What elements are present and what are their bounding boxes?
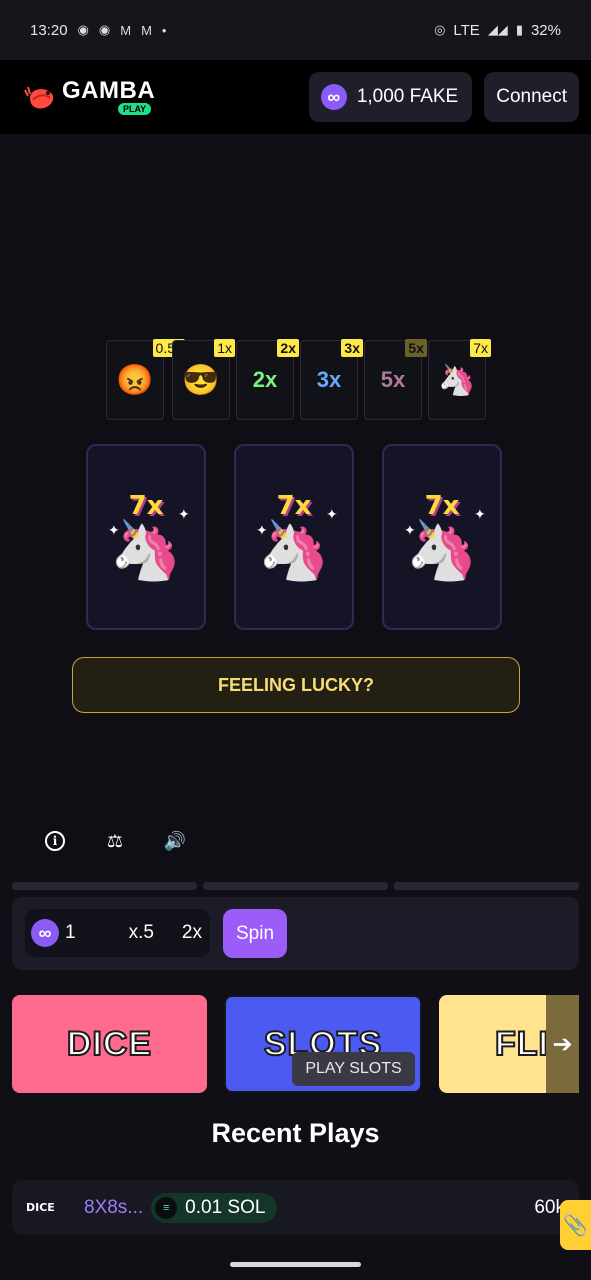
battery-icon: ▮: [515, 22, 523, 37]
recent-play-row[interactable]: DICE 8X8s... ≡ 0.01 SOL 60k: [12, 1180, 579, 1235]
unicorn-icon: 🦄: [109, 518, 183, 583]
play-slots-label[interactable]: PLAY SLOTS: [292, 1052, 415, 1086]
gmail-icon: M: [141, 22, 152, 38]
multiplier-card: 😡 0.5x: [106, 339, 185, 420]
fake-token-icon: ∞: [320, 84, 347, 110]
multiplier-badge: 2x: [277, 339, 299, 357]
gmail-icon: M: [120, 22, 132, 38]
dot-icon: •: [161, 22, 167, 38]
app-header: GAMBA PLAY ∞ 1,000 FAKE Connect: [0, 60, 591, 134]
sparkle-icon: ✦: [404, 522, 416, 538]
sparkle-icon: ✦: [108, 522, 120, 538]
recent-plays-title: Recent Plays: [211, 1118, 380, 1148]
wager-amount[interactable]: 1: [65, 922, 129, 944]
unicorn-icon: 🦄: [405, 518, 479, 583]
home-indicator[interactable]: [230, 1262, 361, 1267]
logo-text: GAMBA: [62, 76, 156, 104]
carousel-next-arrow-icon[interactable]: ➔: [546, 995, 579, 1093]
volume-icon[interactable]: 🔊: [164, 830, 186, 852]
recent-amount: ≡ 0.01 SOL: [151, 1192, 278, 1223]
progress-segment: [394, 882, 579, 890]
network-label: LTE: [453, 21, 480, 39]
multiplier-badge: 1x: [214, 339, 235, 357]
info-icon[interactable]: i: [44, 830, 66, 852]
halve-button[interactable]: x.5: [129, 922, 154, 944]
multiplier-badge: 3x: [341, 339, 363, 357]
logo[interactable]: GAMBA PLAY: [24, 76, 156, 115]
clock: 13:20: [30, 21, 68, 39]
logo-badge: PLAY: [117, 102, 152, 115]
spin-button[interactable]: Spin: [223, 909, 287, 958]
feeling-lucky-button[interactable]: FEELING LUCKY?: [72, 657, 520, 713]
game-tile-label: DICE: [66, 1024, 153, 1064]
reel-card: 7x 🦄 ✦ ✦: [86, 444, 206, 630]
unicorn-icon: 🦄: [257, 518, 331, 583]
multiplier-card: 😎 1x: [172, 339, 235, 420]
game-tile-dice[interactable]: DICE: [12, 995, 207, 1093]
multiplier-card: 5x 5x: [364, 339, 427, 420]
multiplier-row: 😡 0.5x 😎 1x 2x 2x 3x 3x 5x 5x 🦄 7x: [104, 338, 491, 420]
5x-icon: 5x: [380, 367, 406, 392]
shrimp-icon: [24, 86, 54, 109]
2x-icon: 2x: [252, 367, 278, 392]
balance-button[interactable]: ∞ 1,000 FAKE: [308, 72, 473, 122]
progress-segment: [12, 882, 197, 890]
recent-amount-label: 0.01 SOL: [185, 1196, 266, 1218]
reel-multiplier: 7x: [424, 491, 460, 521]
fake-token-icon: ∞: [31, 919, 59, 947]
multiplier-badge: 5x: [405, 339, 427, 357]
status-bar: 13:20 ◉ ◉ M M • ◎ LTE ◢◢ ▮ 32%: [0, 0, 591, 60]
recent-player[interactable]: 8X8s...: [84, 1197, 143, 1219]
reel-multiplier: 7x: [128, 491, 164, 521]
hotspot-icon: ◎: [434, 22, 446, 37]
paperclip-icon[interactable]: 📎: [560, 1200, 591, 1250]
multiplier-badge: 7x: [470, 339, 491, 357]
battery-label: 32%: [530, 21, 561, 39]
scale-icon[interactable]: ⚖: [104, 830, 126, 852]
multiplier-card: 3x 3x: [300, 339, 363, 420]
discord-icon: ◉: [77, 22, 89, 37]
wager-input[interactable]: ∞ 1 x.5 2x: [25, 909, 210, 957]
sparkle-icon: ✦: [474, 506, 486, 522]
game-toolbar: i ⚖ 🔊: [44, 830, 186, 852]
sparkle-icon: ✦: [326, 506, 338, 522]
solana-icon: ≡: [155, 1196, 178, 1219]
double-button[interactable]: 2x: [182, 922, 202, 944]
progress-bars: [12, 882, 579, 890]
progress-segment: [203, 882, 388, 890]
balance-label: 1,000 FAKE: [356, 86, 459, 107]
unicorn-icon: 🦄: [438, 363, 476, 397]
3x-icon: 3x: [316, 367, 342, 392]
signal-icon: ◢◢: [487, 22, 508, 37]
reel-multiplier: 7x: [276, 491, 312, 521]
recent-game-logo: DICE: [26, 1201, 55, 1214]
discord-icon: ◉: [98, 22, 111, 37]
angry-face-icon: 😡: [116, 363, 154, 397]
sunglasses-face-icon: 😎: [182, 363, 220, 397]
reel-card: 7x 🦄 ✦ ✦: [382, 444, 502, 630]
wager-controls: ∞ 1 x.5 2x Spin: [12, 897, 579, 970]
multiplier-card: 2x 2x: [236, 339, 299, 420]
reel-card: 7x 🦄 ✦ ✦: [234, 444, 354, 630]
sparkle-icon: ✦: [178, 506, 190, 522]
connect-button[interactable]: Connect: [484, 72, 579, 122]
sparkle-icon: ✦: [256, 522, 268, 538]
multiplier-card: 🦄 7x: [428, 339, 491, 420]
